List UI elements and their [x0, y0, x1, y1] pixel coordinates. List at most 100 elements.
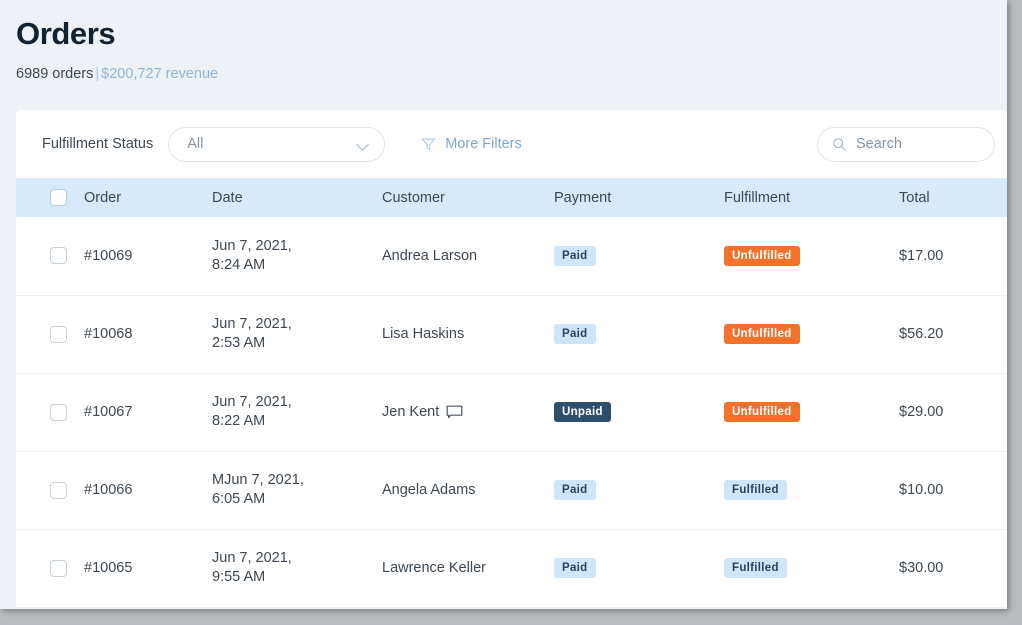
table-row[interactable]: #10068 Jun 7, 2021, 2:53 AM Lisa Haskins Pai… — [16, 295, 1007, 374]
search-icon — [833, 137, 846, 151]
fulfillment-status-label: Fulfillment Status — [42, 136, 154, 152]
cell-customer: Andrea Larson — [382, 217, 554, 296]
payment-status-badge: Unpaid — [554, 402, 611, 422]
cell-payment: Unpaid — [554, 373, 724, 452]
customer-name-wrap: Angela Adams — [382, 482, 554, 498]
order-count: 6989 orders — [16, 66, 94, 82]
table-header-row: Order Date Customer Payment Fulfillment … — [16, 178, 1007, 217]
select-all-header — [16, 178, 84, 217]
summary-separator: | — [95, 66, 100, 82]
cell-date: Jun 7, 2021, 8:24 AM — [212, 217, 382, 296]
row-checkbox[interactable] — [50, 325, 67, 343]
cell-payment: Paid — [554, 451, 724, 530]
search-input[interactable]: Search — [856, 136, 902, 152]
customer-name-wrap: Lisa Haskins — [382, 326, 554, 342]
column-header-fulfillment[interactable]: Fulfillment — [724, 178, 899, 217]
comment-icon[interactable] — [446, 405, 463, 420]
column-header-payment[interactable]: Payment — [554, 178, 724, 217]
cell-order[interactable]: #10067 — [84, 373, 212, 452]
fulfillment-status-badge: Unfulfilled — [724, 245, 800, 266]
cell-order[interactable]: #10065 — [84, 529, 212, 608]
row-select-cell — [16, 373, 84, 452]
customer-name-wrap: Andrea Larson — [382, 248, 554, 264]
fulfillment-status-badge: Unfulfilled — [724, 324, 800, 344]
customer-name: Angela Adams — [382, 482, 476, 498]
cell-fulfillment: Fulfilled — [724, 451, 899, 530]
fulfillment-status-value: All — [187, 136, 204, 152]
row-checkbox[interactable] — [50, 403, 67, 421]
cell-payment: Paid — [554, 529, 724, 608]
cell-total: $10.00 — [899, 451, 1007, 530]
date-text: Jun 7, 2021, 2:53 AM — [212, 315, 382, 353]
fulfillment-status-badge: Fulfilled — [724, 480, 787, 500]
date-text: MJun 7, 2021, 6:05 AM — [212, 471, 382, 509]
page-header: Orders 6989 orders | $200,727 revenue — [0, 0, 1007, 84]
table-row[interactable]: #10066 MJun 7, 2021, 6:05 AM Angela Adams Pa… — [16, 451, 1007, 530]
cell-payment: Paid — [554, 217, 724, 296]
customer-name-wrap: Lawrence Keller — [382, 560, 554, 576]
date-line-2: 8:24 AM — [212, 256, 266, 273]
table-row[interactable]: #10069 Jun 7, 2021, 8:24 AM Andrea Larson Pa… — [16, 217, 1007, 296]
orders-page: Orders 6989 orders | $200,727 revenue Fulf… — [0, 0, 1007, 609]
table-row[interactable]: #10065 Jun 7, 2021, 9:55 AM Lawrence Keller… — [16, 529, 1007, 608]
cell-order[interactable]: #10069 — [84, 217, 212, 296]
fulfillment-status-badge: Unfulfilled — [724, 402, 800, 422]
cell-total: $30.00 — [899, 529, 1007, 608]
date-line-2: 6:05 AM — [212, 491, 266, 507]
cell-date: Jun 7, 2021, 9:55 AM — [212, 529, 382, 608]
customer-name: Lawrence Keller — [382, 560, 486, 576]
row-select-cell — [16, 295, 84, 374]
date-line-1: Jun 7, 2021, — [212, 316, 292, 332]
cell-order[interactable]: #10066 — [84, 451, 212, 530]
cell-fulfillment: Fulfilled — [724, 529, 899, 608]
column-header-date[interactable]: Date — [212, 178, 382, 217]
column-header-customer[interactable]: Customer — [382, 178, 554, 217]
orders-card: Fulfillment Status All More Filters Sear… — [16, 110, 1007, 608]
cell-order[interactable]: #10068 — [84, 295, 212, 374]
column-header-total[interactable]: Total — [899, 178, 1007, 217]
customer-name: Jen Kent — [382, 404, 440, 420]
orders-table: Order Date Customer Payment Fulfillment … — [16, 178, 1007, 608]
customer-name: Lisa Haskins — [382, 326, 465, 342]
table-row[interactable]: #10067 Jun 7, 2021, 8:22 AM Jen Kent Unpaid U… — [16, 373, 1007, 452]
orders-summary: 6989 orders | $200,727 revenue — [16, 64, 1007, 84]
select-all-checkbox[interactable] — [50, 189, 67, 206]
row-checkbox[interactable] — [50, 559, 67, 577]
cell-date: Jun 7, 2021, 2:53 AM — [212, 295, 382, 374]
column-header-order[interactable]: Order — [84, 178, 212, 217]
date-line-2: 2:53 AM — [212, 335, 266, 351]
cell-fulfillment: Unfulfilled — [724, 217, 899, 296]
cell-payment: Paid — [554, 295, 724, 374]
cell-customer: Lawrence Keller — [382, 529, 554, 608]
row-select-cell — [16, 529, 84, 608]
table-body: #10069 Jun 7, 2021, 8:24 AM Andrea Larson Pa… — [16, 217, 1007, 608]
fulfillment-status-select[interactable]: All — [168, 126, 386, 162]
row-select-cell — [16, 451, 84, 530]
cell-total: $56.20 — [899, 295, 1007, 374]
funnel-icon — [422, 138, 436, 150]
cell-date: MJun 7, 2021, 6:05 AM — [212, 451, 382, 530]
cell-customer: Jen Kent — [382, 373, 554, 452]
search-box[interactable]: Search — [817, 126, 995, 162]
fulfillment-status-badge: Fulfilled — [724, 558, 787, 578]
customer-name-wrap: Jen Kent — [382, 404, 554, 420]
filter-bar: Fulfillment Status All More Filters Sear… — [16, 110, 1007, 178]
date-text: Jun 7, 2021, 8:24 AM — [212, 237, 382, 275]
date-line-1: Jun 7, 2021, — [212, 394, 292, 410]
row-checkbox[interactable] — [50, 481, 67, 499]
cell-customer: Angela Adams — [382, 451, 554, 530]
date-line-1: Jun 7, 2021, — [212, 550, 292, 566]
date-line-1: Jun 7, 2021, — [212, 237, 292, 254]
cell-fulfillment: Unfulfilled — [724, 295, 899, 374]
date-text: Jun 7, 2021, 8:22 AM — [212, 393, 382, 431]
cell-date: Jun 7, 2021, 8:22 AM — [212, 373, 382, 452]
row-checkbox[interactable] — [50, 247, 67, 265]
payment-status-badge: Paid — [554, 558, 596, 578]
table-header: Order Date Customer Payment Fulfillment … — [16, 178, 1007, 217]
payment-status-badge: Paid — [554, 324, 596, 344]
payment-status-badge: Paid — [554, 245, 596, 266]
payment-status-badge: Paid — [554, 480, 596, 500]
more-filters-label: More Filters — [445, 136, 522, 152]
more-filters-button[interactable]: More Filters — [421, 136, 522, 152]
page-title: Orders — [16, 16, 116, 51]
